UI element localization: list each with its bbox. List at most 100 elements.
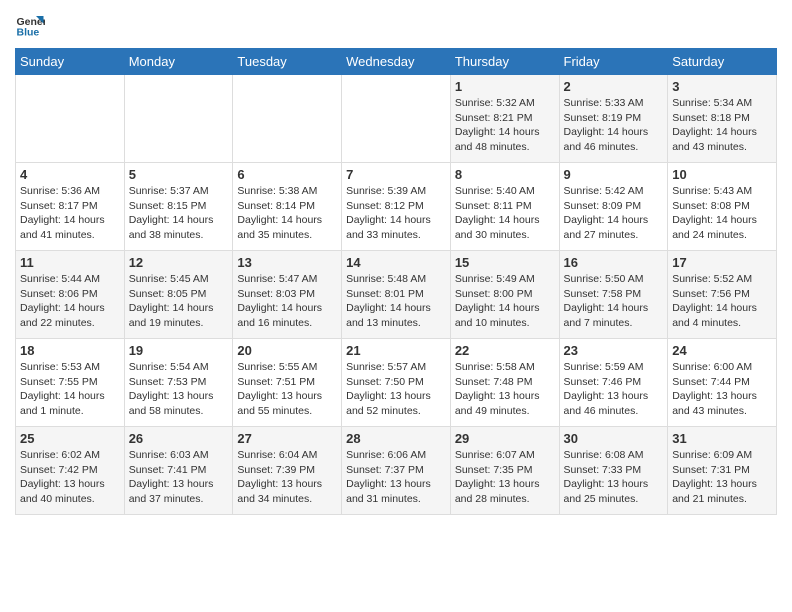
calendar-cell: 29Sunrise: 6:07 AM Sunset: 7:35 PM Dayli… [450,427,559,515]
day-number: 26 [129,431,229,446]
calendar-cell: 14 Sunrise: 5:48 AM Sunset: 8:01 PM Dayli… [342,251,451,339]
day-number: 27 [237,431,337,446]
day-info: Sunrise: 5:43 AM Sunset: 8:08 PM Dayligh… [672,184,772,243]
day-number: 30 [564,431,664,446]
day-number: 21 [346,343,446,358]
calendar-cell: 1 Sunrise: 5:32 AM Sunset: 8:21 PM Daylig… [450,75,559,163]
day-info: Sunrise: 5:48 AM Sunset: 8:01 PM Dayligh… [346,272,446,331]
day-info: Sunrise: 5:36 AM Sunset: 8:17 PM Dayligh… [20,184,120,243]
day-info: Sunrise: 6:09 AM Sunset: 7:31 PM Dayligh… [672,448,772,507]
week-row-2: 4 Sunrise: 5:36 AM Sunset: 8:17 PM Daylig… [16,163,777,251]
day-info: Sunrise: 5:39 AM Sunset: 8:12 PM Dayligh… [346,184,446,243]
logo: General Blue [15,10,49,40]
day-info: Sunrise: 5:44 AM Sunset: 8:06 PM Dayligh… [20,272,120,331]
calendar-cell: 26 Sunrise: 6:03 AM Sunset: 7:41 PM Dayli… [124,427,233,515]
svg-text:Blue: Blue [17,27,40,39]
calendar-cell: 10 Sunrise: 5:43 AM Sunset: 8:08 PM Dayli… [668,163,777,251]
day-number: 9 [564,167,664,182]
day-number: 20 [237,343,337,358]
day-info: Sunrise: 5:37 AM Sunset: 8:15 PM Dayligh… [129,184,229,243]
day-info: Sunrise: 6:04 AM Sunset: 7:39 PM Dayligh… [237,448,337,507]
day-number: 7 [346,167,446,182]
calendar-cell [342,75,451,163]
day-info: Sunrise: 5:49 AM Sunset: 8:00 PM Dayligh… [455,272,555,331]
calendar-cell: 19Sunrise: 5:54 AM Sunset: 7:53 PM Dayli… [124,339,233,427]
calendar-cell: 21 Sunrise: 5:57 AM Sunset: 7:50 PM Dayli… [342,339,451,427]
day-number: 23 [564,343,664,358]
header-tuesday: Tuesday [233,49,342,75]
calendar-table: SundayMondayTuesdayWednesdayThursdayFrid… [15,48,777,515]
calendar-cell: 8 Sunrise: 5:40 AM Sunset: 8:11 PM Daylig… [450,163,559,251]
day-number: 12 [129,255,229,270]
calendar-cell: 9Sunrise: 5:42 AM Sunset: 8:09 PM Daylig… [559,163,668,251]
header-monday: Monday [124,49,233,75]
calendar-cell: 11Sunrise: 5:44 AM Sunset: 8:06 PM Dayli… [16,251,125,339]
calendar-cell: 28 Sunrise: 6:06 AM Sunset: 7:37 PM Dayli… [342,427,451,515]
day-number: 15 [455,255,555,270]
calendar-cell: 4 Sunrise: 5:36 AM Sunset: 8:17 PM Daylig… [16,163,125,251]
page-header: General Blue [15,10,777,40]
day-number: 10 [672,167,772,182]
day-info: Sunrise: 5:55 AM Sunset: 7:51 PM Dayligh… [237,360,337,419]
day-number: 25 [20,431,120,446]
header-friday: Friday [559,49,668,75]
calendar-cell: 5 Sunrise: 5:37 AM Sunset: 8:15 PM Daylig… [124,163,233,251]
calendar-cell: 3Sunrise: 5:34 AM Sunset: 8:18 PM Daylig… [668,75,777,163]
day-number: 28 [346,431,446,446]
day-info: Sunrise: 6:08 AM Sunset: 7:33 PM Dayligh… [564,448,664,507]
calendar-cell: 12 Sunrise: 5:45 AM Sunset: 8:05 PM Dayli… [124,251,233,339]
calendar-cell: 15 Sunrise: 5:49 AM Sunset: 8:00 PM Dayli… [450,251,559,339]
calendar-cell: 23 Sunrise: 5:59 AM Sunset: 7:46 PM Dayli… [559,339,668,427]
day-info: Sunrise: 6:00 AM Sunset: 7:44 PM Dayligh… [672,360,772,419]
day-info: Sunrise: 5:33 AM Sunset: 8:19 PM Dayligh… [564,96,664,155]
calendar-cell: 31 Sunrise: 6:09 AM Sunset: 7:31 PM Dayli… [668,427,777,515]
day-info: Sunrise: 5:58 AM Sunset: 7:48 PM Dayligh… [455,360,555,419]
day-info: Sunrise: 6:02 AM Sunset: 7:42 PM Dayligh… [20,448,120,507]
day-info: Sunrise: 5:57 AM Sunset: 7:50 PM Dayligh… [346,360,446,419]
day-number: 4 [20,167,120,182]
day-info: Sunrise: 6:07 AM Sunset: 7:35 PM Dayligh… [455,448,555,507]
day-number: 31 [672,431,772,446]
calendar-cell [124,75,233,163]
day-info: Sunrise: 6:03 AM Sunset: 7:41 PM Dayligh… [129,448,229,507]
day-info: Sunrise: 6:06 AM Sunset: 7:37 PM Dayligh… [346,448,446,507]
day-info: Sunrise: 5:50 AM Sunset: 7:58 PM Dayligh… [564,272,664,331]
day-number: 17 [672,255,772,270]
day-number: 6 [237,167,337,182]
calendar-cell: 7 Sunrise: 5:39 AM Sunset: 8:12 PM Daylig… [342,163,451,251]
week-row-1: 1 Sunrise: 5:32 AM Sunset: 8:21 PM Daylig… [16,75,777,163]
calendar-cell: 22Sunrise: 5:58 AM Sunset: 7:48 PM Dayli… [450,339,559,427]
day-info: Sunrise: 5:40 AM Sunset: 8:11 PM Dayligh… [455,184,555,243]
calendar-cell [16,75,125,163]
week-row-4: 18 Sunrise: 5:53 AM Sunset: 7:55 PM Dayli… [16,339,777,427]
calendar-cell: 16 Sunrise: 5:50 AM Sunset: 7:58 PM Dayli… [559,251,668,339]
calendar-cell: 30 Sunrise: 6:08 AM Sunset: 7:33 PM Dayli… [559,427,668,515]
week-row-3: 11Sunrise: 5:44 AM Sunset: 8:06 PM Dayli… [16,251,777,339]
calendar-cell: 17 Sunrise: 5:52 AM Sunset: 7:56 PM Dayli… [668,251,777,339]
day-info: Sunrise: 5:45 AM Sunset: 8:05 PM Dayligh… [129,272,229,331]
week-row-5: 25 Sunrise: 6:02 AM Sunset: 7:42 PM Dayli… [16,427,777,515]
day-number: 16 [564,255,664,270]
day-info: Sunrise: 5:34 AM Sunset: 8:18 PM Dayligh… [672,96,772,155]
calendar-cell: 13 Sunrise: 5:47 AM Sunset: 8:03 PM Dayli… [233,251,342,339]
day-info: Sunrise: 5:54 AM Sunset: 7:53 PM Dayligh… [129,360,229,419]
calendar-cell: 25 Sunrise: 6:02 AM Sunset: 7:42 PM Dayli… [16,427,125,515]
day-number: 1 [455,79,555,94]
calendar-cell: 18 Sunrise: 5:53 AM Sunset: 7:55 PM Dayli… [16,339,125,427]
day-number: 14 [346,255,446,270]
day-info: Sunrise: 5:59 AM Sunset: 7:46 PM Dayligh… [564,360,664,419]
calendar-cell: 27 Sunrise: 6:04 AM Sunset: 7:39 PM Dayli… [233,427,342,515]
day-info: Sunrise: 5:52 AM Sunset: 7:56 PM Dayligh… [672,272,772,331]
day-number: 13 [237,255,337,270]
day-number: 18 [20,343,120,358]
day-info: Sunrise: 5:53 AM Sunset: 7:55 PM Dayligh… [20,360,120,419]
day-number: 5 [129,167,229,182]
calendar-cell: 24Sunrise: 6:00 AM Sunset: 7:44 PM Dayli… [668,339,777,427]
day-number: 8 [455,167,555,182]
header-wednesday: Wednesday [342,49,451,75]
day-info: Sunrise: 5:47 AM Sunset: 8:03 PM Dayligh… [237,272,337,331]
header-saturday: Saturday [668,49,777,75]
header-sunday: Sunday [16,49,125,75]
day-info: Sunrise: 5:32 AM Sunset: 8:21 PM Dayligh… [455,96,555,155]
calendar-cell: 6Sunrise: 5:38 AM Sunset: 8:14 PM Daylig… [233,163,342,251]
